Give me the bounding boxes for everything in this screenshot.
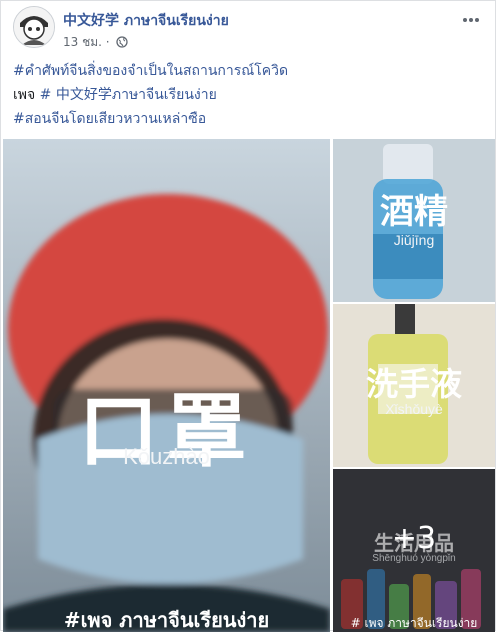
hanzi-label: 酒精 — [380, 192, 448, 232]
page-name-link[interactable]: 中文好学 ภาษาจีนเรียนง่าย — [63, 10, 229, 32]
post-text: #คำศัพท์จีนสิ่งของจำเป็นในสถานการณ์โควิด… — [13, 59, 483, 131]
hashtag-covid-vocab[interactable]: #คำศัพท์จีนสิ่งของจำเป็นในสถานการณ์โควิด — [13, 63, 288, 79]
photo-alcohol[interactable]: 酒精 Jiǔjīng — [333, 139, 495, 302]
hashtag-teacher[interactable]: #สอนจีนโดยเสียวหวานเหล่าซือ — [13, 111, 206, 127]
photo-grid: 口罩 Kǒuzhào #เพจ ภาษาจีนเรียนง่าย 酒精 Jiǔj… — [3, 139, 495, 632]
post-header: 中文好学 ภาษาจีนเรียนง่าย 13 ชม. · — [11, 3, 487, 51]
avatar-cartoon-icon — [14, 7, 54, 47]
photo-mask[interactable]: 口罩 Kǒuzhào #เพจ ภาษาจีนเรียนง่าย — [3, 139, 330, 632]
watermark: #เพจ ภาษาจีนเรียนง่าย — [63, 608, 270, 632]
page-label: เพจ — [13, 87, 36, 103]
more-photos-count[interactable]: +3 — [333, 521, 495, 556]
page-avatar[interactable] — [13, 6, 55, 48]
post-time[interactable]: 13 ชม. — [63, 35, 102, 49]
photo-hand-soap[interactable]: 洗手液 Xǐshǒuyè — [333, 304, 495, 467]
globe-icon[interactable] — [116, 36, 129, 48]
hashtag-page[interactable]: # 中文好学ภาษาจีนเรียนง่าย — [40, 87, 217, 103]
hanzi-label: 洗手液 — [365, 365, 462, 403]
watermark: # เพจ ภาษาจีนเรียนง่าย — [350, 616, 478, 630]
pinyin-label: Jiǔjīng — [393, 232, 435, 248]
pinyin-label: Xǐshǒuyè — [385, 401, 443, 417]
pinyin-label: Kǒuzhào — [123, 444, 210, 469]
meta-separator: · — [105, 35, 110, 49]
more-options-icon[interactable] — [463, 7, 483, 22]
photo-daily-goods[interactable]: 生活用品 Shēnghuó yòngpǐn +3 # เพจ ภาษาจีนเร… — [333, 469, 495, 632]
post-meta: 13 ชม. · — [63, 33, 129, 52]
